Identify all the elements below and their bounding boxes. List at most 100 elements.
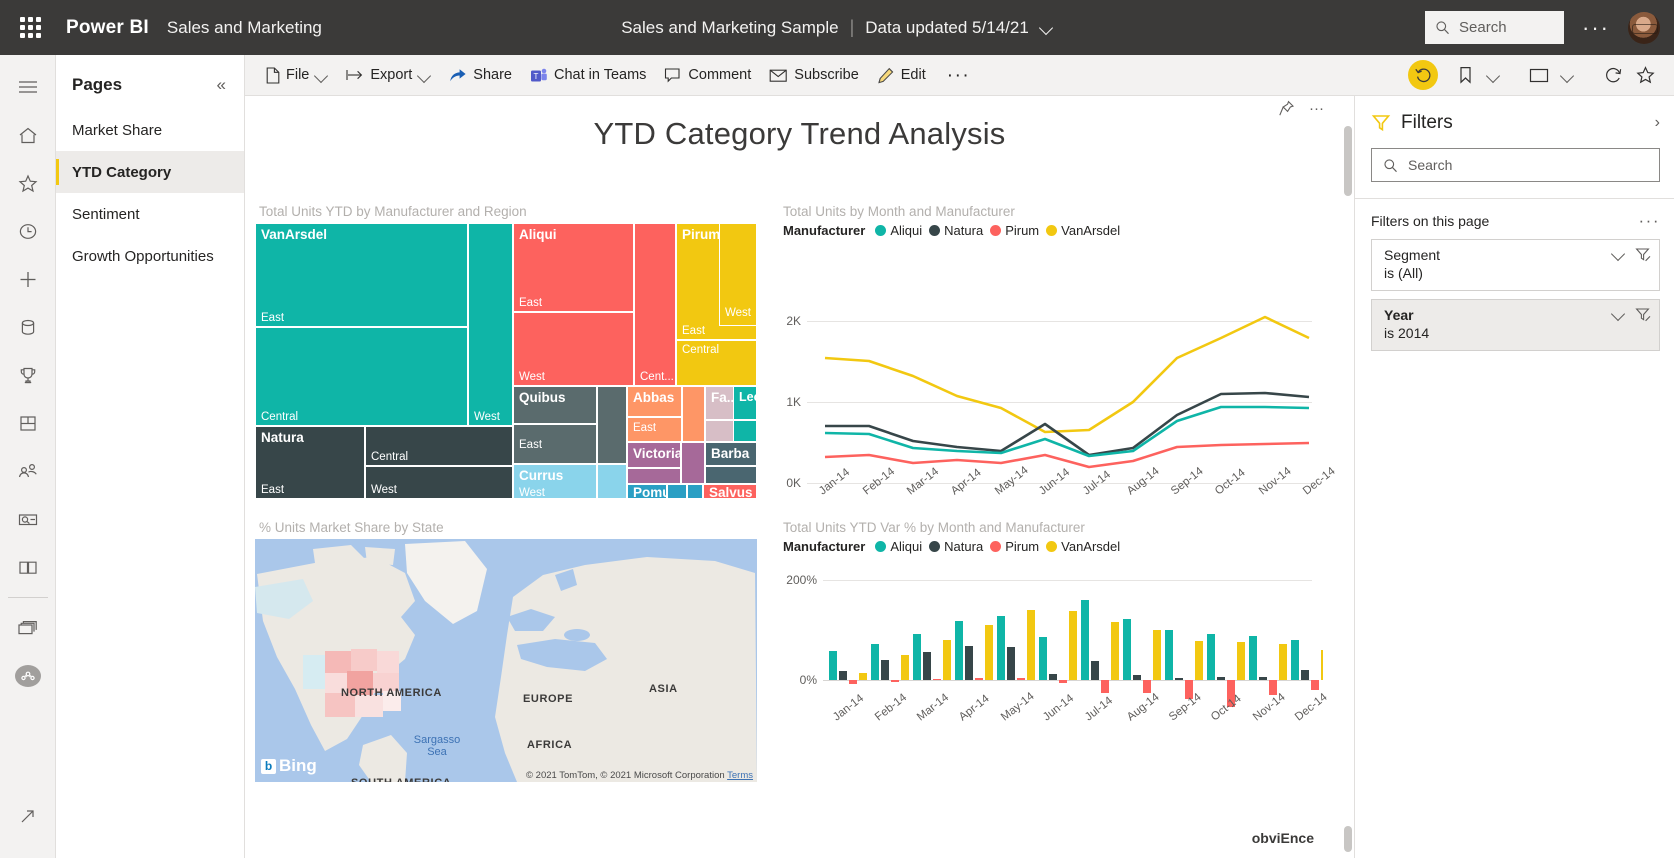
chevron-down-icon[interactable] — [1612, 247, 1625, 260]
treemap-node[interactable]: Abbas — [627, 386, 682, 417]
file-button[interactable]: File — [257, 59, 337, 91]
treemap-node[interactable]: West — [513, 312, 634, 386]
page-item-market-share[interactable]: Market Share — [56, 109, 244, 151]
treemap-node[interactable] — [733, 420, 757, 442]
line-chart-plot[interactable]: 2K 1K 0K Jan-14 Feb-14 Mar-14 Apr-14 May… — [775, 240, 1337, 497]
treemap-node[interactable]: Pomum — [627, 484, 667, 499]
treemap-node[interactable]: Quibus — [513, 386, 597, 424]
home-icon[interactable] — [8, 111, 48, 159]
chevron-down-icon[interactable] — [1612, 307, 1625, 320]
canvas-scrollbar[interactable] — [1344, 126, 1352, 196]
chevron-down-icon[interactable] — [315, 69, 328, 82]
treemap-node[interactable]: Natura East — [255, 426, 365, 499]
app-launcher-icon[interactable] — [8, 17, 52, 38]
chevron-down-icon[interactable] — [1040, 21, 1053, 34]
database-icon[interactable] — [8, 303, 48, 351]
clock-icon[interactable] — [8, 207, 48, 255]
treemap-node[interactable] — [597, 464, 627, 499]
page-item-sentiment[interactable]: Sentiment — [56, 193, 244, 235]
plus-icon[interactable] — [8, 255, 48, 303]
search-input[interactable]: Search — [1425, 11, 1565, 44]
treemap-node[interactable]: West — [365, 466, 513, 499]
treemap-node[interactable]: Central — [365, 426, 513, 466]
bar-chart-visual[interactable]: Total Units YTD Var % by Month and Manuf… — [775, 514, 1336, 854]
refresh-icon[interactable] — [1598, 60, 1628, 90]
treemap-node[interactable]: Barba — [705, 442, 757, 466]
chevron-right-icon[interactable]: › — [1655, 114, 1660, 132]
comment-button[interactable]: Comment — [655, 59, 760, 91]
treemap-node[interactable] — [667, 484, 687, 499]
legend-item-pirum[interactable]: Pirum — [990, 223, 1039, 238]
data-updated-label[interactable]: Data updated 5/14/21 — [865, 18, 1029, 38]
filter-card-segment[interactable]: Segment is (All) — [1371, 239, 1660, 291]
deployment-icon[interactable] — [8, 495, 48, 543]
chevron-down-icon[interactable] — [418, 69, 431, 82]
legend-item-natura[interactable]: Natura — [929, 223, 983, 238]
view-chevron-down-icon[interactable] — [1556, 60, 1578, 90]
legend-item-aliqui[interactable]: Aliqui — [875, 223, 922, 238]
canvas-more-icon[interactable]: ··· — [1309, 100, 1324, 117]
treemap-node[interactable] — [682, 386, 705, 442]
favorite-star-outline-icon[interactable] — [1630, 60, 1660, 90]
learn-icon[interactable] — [8, 543, 48, 591]
edit-button[interactable]: Edit — [868, 59, 935, 91]
legend-item-aliqui[interactable]: Aliqui — [875, 539, 922, 554]
treemap-node[interactable]: Central — [676, 340, 757, 386]
pin-icon[interactable] — [1278, 100, 1295, 117]
expand-arrow-icon[interactable] — [8, 792, 48, 840]
bookmark-chevron-down-icon[interactable] — [1482, 60, 1504, 90]
legend-item-vanarsdel[interactable]: VanArsdel — [1046, 223, 1120, 238]
treemap-node[interactable]: Central — [255, 327, 468, 426]
legend-item-vanarsdel[interactable]: VanArsdel — [1046, 539, 1120, 554]
shared-icon[interactable] — [8, 447, 48, 495]
bar-chart-plot[interactable]: 200% 0% Jan-14 Feb-14 Mar-14 Apr-14 May-… — [775, 556, 1330, 771]
treemap-node[interactable] — [687, 484, 703, 499]
reset-icon[interactable] — [1408, 60, 1438, 90]
treemap-node[interactable]: Currus West — [513, 464, 597, 499]
user-avatar[interactable] — [1628, 11, 1660, 44]
filters-search-input[interactable]: Search — [1371, 148, 1660, 182]
toolbar-more-icon[interactable]: ··· — [935, 66, 982, 85]
report-title-header[interactable]: Sales and Marketing Sample — [621, 18, 838, 38]
ellipsis-icon[interactable]: ··· — [1564, 16, 1628, 39]
canvas-scrollbar-bottom[interactable] — [1344, 826, 1352, 852]
treemap-node[interactable] — [627, 468, 681, 484]
treemap-node[interactable]: East — [627, 417, 682, 442]
treemap-node[interactable] — [597, 386, 627, 464]
apps-icon[interactable] — [8, 399, 48, 447]
treemap-visual[interactable]: Total Units YTD by Manufacturer and Regi… — [255, 204, 775, 514]
treemap-node[interactable]: Cent... — [634, 223, 676, 386]
chat-in-teams-button[interactable]: T Chat in Teams — [521, 59, 655, 91]
hamburger-icon[interactable] — [8, 63, 48, 111]
workspaces-icon[interactable] — [8, 604, 48, 652]
powerbi-brand[interactable]: Power BI — [66, 17, 149, 39]
filter-card-year[interactable]: Year is 2014 — [1371, 299, 1660, 351]
share-button[interactable]: Share — [440, 59, 521, 91]
treemap-node[interactable]: West — [468, 223, 513, 426]
treemap-node[interactable]: West — [719, 223, 757, 326]
treemap-plot[interactable]: VanArsdel East Central West Natura East … — [255, 223, 757, 499]
legend-item-pirum[interactable]: Pirum — [990, 539, 1039, 554]
trophy-icon[interactable] — [8, 351, 48, 399]
filters-section-more-icon[interactable]: ··· — [1639, 211, 1660, 231]
treemap-node[interactable]: Salvus — [703, 484, 757, 499]
page-item-growth-opportunities[interactable]: Growth Opportunities — [56, 235, 244, 277]
map-visual[interactable]: % Units Market Share by State NORTH AMER… — [255, 514, 775, 854]
treemap-node[interactable] — [705, 466, 757, 484]
line-chart-visual[interactable]: Total Units by Month and Manufacturer Ma… — [775, 204, 1338, 514]
page-item-ytd-category[interactable]: YTD Category — [56, 151, 244, 193]
treemap-node[interactable]: Aliqui East — [513, 223, 634, 312]
collapse-icon[interactable]: « — [213, 73, 230, 97]
bing-logo[interactable]: b Bing — [261, 756, 317, 776]
export-button[interactable]: Export — [337, 59, 440, 91]
legend-item-natura[interactable]: Natura — [929, 539, 983, 554]
star-icon[interactable] — [8, 159, 48, 207]
treemap-node[interactable]: Victoria — [627, 442, 681, 468]
map-plot[interactable]: NORTH AMERICA EUROPE ASIA AFRICA SOUTH A… — [255, 539, 757, 782]
treemap-node[interactable]: East — [513, 424, 597, 464]
treemap-node[interactable]: VanArsdel East — [255, 223, 468, 327]
view-icon[interactable] — [1524, 60, 1554, 90]
map-terms-link[interactable]: Terms — [727, 770, 753, 781]
treemap-node[interactable] — [681, 442, 705, 484]
subscribe-button[interactable]: Subscribe — [760, 59, 867, 91]
